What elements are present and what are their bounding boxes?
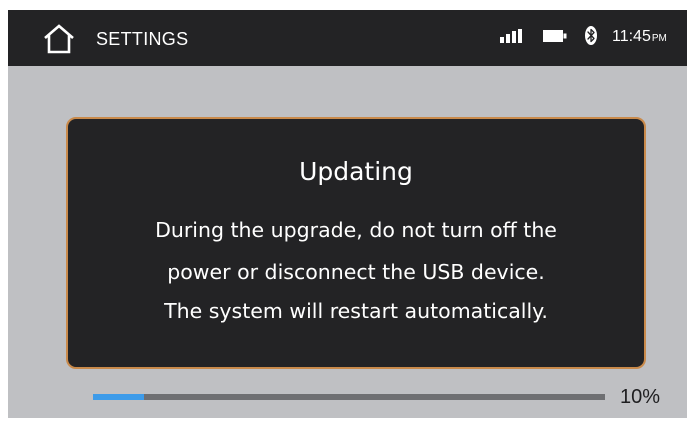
dialog-message-line: During the upgrade, do not turn off the (155, 218, 557, 242)
device-screen: SETTINGS 11:45PM Updating During the upg… (8, 10, 687, 418)
progress-fill (93, 394, 145, 400)
dialog-message-line: The system will restart automatically. (164, 299, 548, 323)
clock-time: 11:45 (612, 28, 651, 45)
status-bar: SETTINGS 11:45PM (8, 10, 687, 66)
page-title: SETTINGS (96, 29, 189, 49)
clock: 11:45PM (612, 28, 667, 46)
dialog-message-line: power or disconnect the USB device. (167, 260, 545, 284)
clock-ampm: PM (651, 33, 667, 44)
progress-bar (93, 394, 605, 400)
progress-percent: 10% (620, 386, 661, 408)
bluetooth-icon (585, 26, 597, 45)
update-dialog: Updating During the upgrade, do not turn… (66, 117, 646, 369)
home-icon[interactable] (42, 23, 76, 55)
signal-icon (500, 29, 522, 43)
battery-icon (543, 30, 567, 42)
dialog-title: Updating (299, 157, 413, 186)
